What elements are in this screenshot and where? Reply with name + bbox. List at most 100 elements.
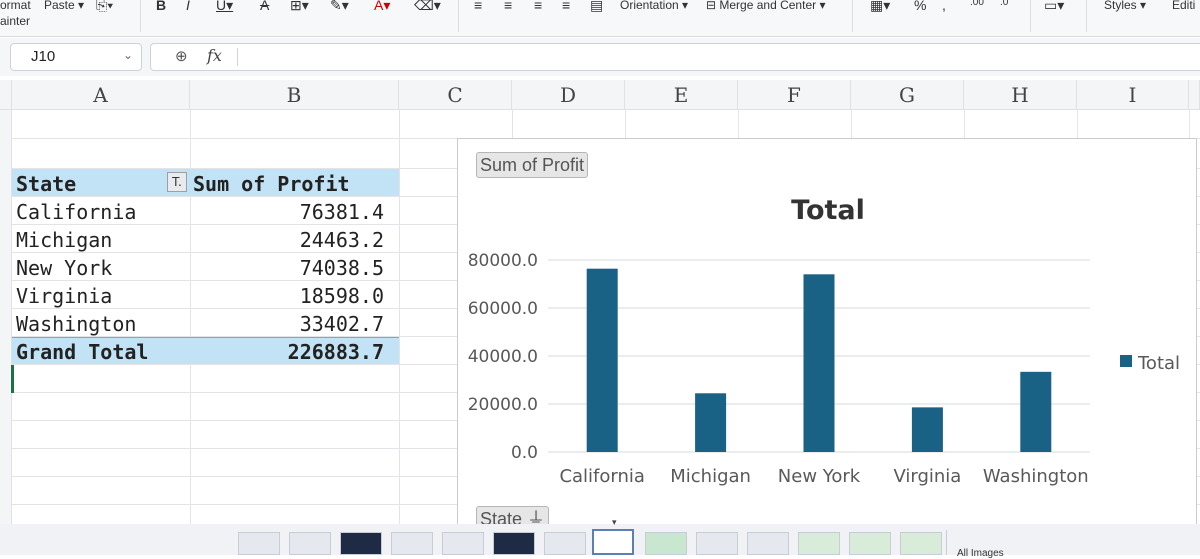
chevron-down-icon[interactable]: ⌄	[123, 48, 133, 62]
pivot-row-profit[interactable]: 33402.7	[190, 310, 384, 338]
name-box-value: J10	[31, 48, 56, 65]
pivot-chart[interactable]: Sum of Profit Total 0.0 20000.0 40000.0 600…	[457, 138, 1197, 536]
thumbnail[interactable]	[544, 532, 586, 555]
thumbnail[interactable]	[696, 532, 738, 555]
thumbnail[interactable]	[238, 532, 280, 555]
y-tick-label: 80000.0	[468, 251, 538, 271]
column-header-f[interactable]: F	[738, 80, 851, 110]
merge-center-button[interactable]: ⊟ Merge and Center ▾	[706, 0, 825, 12]
thumbnail[interactable]	[289, 532, 331, 555]
increase-decimal-icon[interactable]: .00	[970, 0, 984, 8]
bar[interactable]	[911, 407, 943, 452]
number-format-icon[interactable]: ▦▾	[870, 0, 890, 14]
ribbon-toolbar: ormat ainter Paste ▾ ⎘▾ B I U▾ A ⊞▾ ✎▾ A…	[0, 0, 1200, 37]
column-header-h[interactable]: H	[964, 80, 1077, 110]
copy-icon[interactable]: ⎘▾	[96, 0, 113, 14]
thumbnail[interactable]	[340, 532, 382, 555]
thumbnail[interactable]	[747, 532, 789, 555]
pivot-row-profit[interactable]: 76381.4	[190, 198, 384, 226]
thumbnail[interactable]	[493, 532, 535, 555]
editing-button[interactable]: Editi	[1172, 0, 1195, 12]
bar[interactable]	[586, 268, 618, 452]
percent-icon[interactable]: %	[914, 0, 926, 13]
x-tick-label: New York	[778, 466, 861, 487]
pivot-header-state[interactable]: State	[16, 170, 76, 198]
comma-style-icon[interactable]: ,	[942, 0, 946, 13]
x-tick-label: California	[559, 466, 644, 487]
x-tick-label: Michigan	[670, 466, 751, 487]
clear-format-icon[interactable]: ⌫▾	[414, 0, 441, 14]
strikethrough-icon[interactable]: A	[260, 0, 269, 13]
formula-divider	[237, 48, 238, 66]
font-color-icon[interactable]: A▾	[374, 0, 390, 14]
format-painter-button[interactable]: ormat	[0, 0, 31, 12]
select-all-corner[interactable]	[0, 80, 12, 110]
thumbnail[interactable]	[645, 532, 687, 555]
column-header-g[interactable]: G	[851, 80, 964, 110]
thumbnail[interactable]	[442, 532, 484, 555]
collapse-arrow-icon[interactable]: ▾	[612, 517, 617, 528]
function-icon[interactable]: fx	[207, 46, 222, 65]
strip-divider	[946, 530, 947, 555]
pivot-total-value[interactable]: 226883.7	[190, 338, 384, 366]
pivot-header-profit[interactable]: Sum of Profit	[193, 170, 350, 198]
pivot-row-state[interactable]: New York	[16, 254, 112, 282]
column-header-d[interactable]: D	[512, 80, 625, 110]
wrap-text-icon[interactable]: ▤	[590, 0, 603, 14]
y-tick-label: 0.0	[511, 443, 538, 463]
column-header-e[interactable]: E	[625, 80, 738, 110]
pivot-row-profit[interactable]: 74038.5	[190, 254, 384, 282]
bar[interactable]	[695, 393, 727, 452]
chart-plot: 0.0 20000.0 40000.0 60000.0 80000.0 Californi…	[468, 251, 1180, 487]
align-center-icon[interactable]: ≡	[504, 0, 512, 13]
orientation-button[interactable]: Orientation ▾	[620, 0, 688, 12]
zoom-icon[interactable]: ⊕	[175, 47, 188, 65]
formula-bar: J10 ⌄ ⊕ fx	[0, 38, 1200, 76]
borders-icon[interactable]: ⊞▾	[290, 0, 309, 14]
pivot-row-state[interactable]: California	[16, 198, 136, 226]
underline-icon[interactable]: U▾	[216, 0, 233, 14]
pivot-row-state[interactable]: Michigan	[16, 226, 112, 254]
row-gutter	[0, 110, 12, 524]
paste-button[interactable]: Paste ▾	[44, 0, 84, 12]
thumbnail[interactable]	[849, 532, 891, 555]
column-header-a[interactable]: A	[12, 80, 190, 110]
pivot-total-label[interactable]: Grand Total	[16, 338, 148, 366]
column-header-c[interactable]: C	[399, 80, 512, 110]
bold-icon[interactable]: B	[156, 0, 166, 13]
pivot-row-state[interactable]: Washington	[16, 310, 136, 338]
legend-label: Total	[1137, 353, 1180, 374]
bar[interactable]	[803, 274, 835, 452]
fill-color-icon[interactable]: ✎▾	[330, 0, 349, 14]
y-tick-label: 60000.0	[468, 299, 538, 319]
column-header-i[interactable]: I	[1077, 80, 1189, 110]
decrease-decimal-icon[interactable]: .0	[1000, 0, 1008, 8]
column-header-j[interactable]	[1189, 80, 1200, 110]
legend-swatch	[1120, 355, 1132, 367]
format-painter-label: ainter	[0, 14, 31, 28]
align-left-icon[interactable]: ≡	[474, 0, 482, 13]
align-right-icon[interactable]: ≡	[534, 0, 542, 13]
ribbon-separator	[140, 0, 141, 32]
italic-icon[interactable]: I	[186, 0, 190, 13]
bar[interactable]	[1020, 371, 1052, 452]
y-tick-label: 40000.0	[468, 347, 538, 367]
column-header-b[interactable]: B	[190, 80, 399, 110]
pivot-row-state[interactable]: Virginia	[16, 282, 112, 310]
justify-icon[interactable]: ≡	[562, 0, 570, 13]
all-images-link[interactable]: All Images	[957, 548, 1004, 559]
formula-input[interactable]: ⊕ fx	[150, 43, 1200, 71]
thumbnail[interactable]	[391, 532, 433, 555]
image-thumbnail-strip: ▾ All Images	[0, 517, 1200, 559]
name-box[interactable]: J10 ⌄	[10, 43, 142, 71]
conditional-format-icon[interactable]: ▭▾	[1044, 0, 1064, 14]
thumbnail[interactable]	[900, 532, 942, 555]
thumbnail[interactable]	[798, 532, 840, 555]
ribbon-separator	[852, 0, 853, 32]
pivot-row-profit[interactable]: 18598.0	[190, 282, 384, 310]
filter-icon[interactable]: T.	[167, 172, 187, 192]
ribbon-separator	[1086, 0, 1087, 32]
thumbnail-active[interactable]	[592, 529, 634, 555]
pivot-row-profit[interactable]: 24463.2	[190, 226, 384, 254]
styles-button[interactable]: Styles ▾	[1104, 0, 1146, 12]
